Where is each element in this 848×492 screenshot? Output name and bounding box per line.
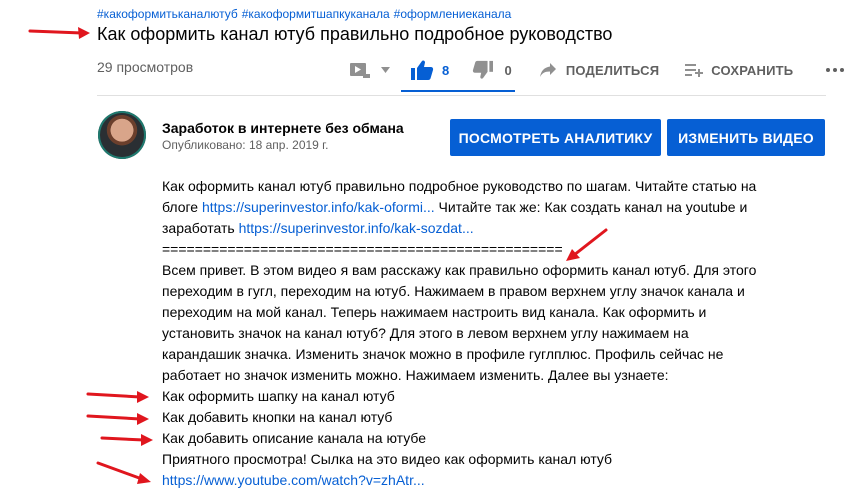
save-button[interactable]: СОХРАНИТЬ	[685, 62, 793, 78]
hashtag-link[interactable]: #какоформитшапкуканала	[242, 7, 390, 21]
save-label: СОХРАНИТЬ	[711, 62, 794, 78]
description-line: Как оформить шапку на канал ютуб	[162, 388, 395, 404]
divider	[97, 95, 826, 96]
video-title: Как оформить канал ютуб правильно подроб…	[97, 24, 613, 44]
description-line: заработать https://superinvestor.info/ka…	[162, 218, 802, 239]
dislike-button[interactable]: 0	[472, 60, 512, 80]
playlist-add-icon	[685, 64, 704, 77]
thumb-up-icon	[411, 60, 434, 80]
publish-date: Опубликовано: 18 апр. 2019 г.	[162, 138, 329, 152]
edit-video-button[interactable]: ИЗМЕНИТЬ ВИДЕО	[667, 119, 825, 156]
description-line: Как добавить кнопки на канал ютуб	[162, 409, 393, 425]
share-icon	[539, 63, 556, 77]
description-link[interactable]: https://superinvestor.info/kak-oformi...	[202, 199, 435, 215]
dislike-count: 0	[504, 62, 512, 78]
description-line: переходим в гугл, переходим на ютуб. Наж…	[162, 283, 745, 299]
more-actions-button[interactable]	[825, 67, 845, 73]
hashtag-link[interactable]: #какоформитьканалютуб	[97, 7, 238, 21]
annotation-arrow	[86, 391, 149, 403]
description-link[interactable]: https://superinvestor.info/kak-sozdat...	[239, 220, 474, 236]
annotation-arrow	[28, 27, 90, 39]
annotation-arrow	[96, 461, 151, 484]
channel-name[interactable]: Заработок в интернете без обмана	[162, 120, 404, 136]
hashtags: #какоформитьканалютуб #какоформитшапкукан…	[97, 7, 515, 21]
description-line: Всем привет. В этом видео я вам расскажу…	[162, 262, 757, 278]
like-count: 8	[442, 62, 450, 78]
description-text: заработать	[162, 220, 239, 236]
description-line: https://www.youtube.com/watch?v=zhAtr...	[162, 470, 802, 491]
share-label: ПОДЕЛИТЬСЯ	[565, 62, 660, 78]
like-button[interactable]: 8	[410, 59, 449, 81]
playlist-play-icon	[350, 63, 370, 78]
description-text: блоге	[162, 199, 202, 215]
description-line: работает но значок изменить можно. Нажим…	[162, 367, 669, 383]
dropdown-button[interactable]	[381, 67, 390, 73]
more-horizontal-icon	[826, 68, 845, 72]
description-line: переходим на мой канал. Теперь нажимаем …	[162, 304, 707, 320]
like-sentiment-bar	[401, 90, 515, 92]
annotation-arrow	[86, 413, 149, 425]
description-line: блоге https://superinvestor.info/kak-ofo…	[162, 197, 802, 218]
description-line: карандашик значка. Изменить значок можно…	[162, 346, 724, 362]
view-analytics-button[interactable]: ПОСМОТРЕТЬ АНАЛИТИКУ	[450, 119, 661, 156]
description-separator: ========================================…	[162, 241, 563, 257]
hashtag-link[interactable]: #оформлениеканала	[394, 7, 512, 21]
thumb-down-icon	[473, 60, 494, 79]
playlist-add-button[interactable]	[349, 61, 371, 79]
action-bar: 8 0 ПОДЕЛИТЬСЯ СОХРАНИТЬ	[349, 56, 845, 84]
caret-down-icon	[381, 67, 390, 73]
description-link[interactable]: https://www.youtube.com/watch?v=zhAtr...	[162, 472, 425, 488]
video-description: Как оформить канал ютуб правильно подроб…	[162, 176, 802, 491]
share-button[interactable]: ПОДЕЛИТЬСЯ	[539, 62, 659, 78]
description-line: Как добавить описание канала на ютубе	[162, 430, 427, 446]
description-line: Как оформить канал ютуб правильно подроб…	[162, 178, 757, 194]
description-line: Приятного просмотра! Сылка на это видео …	[162, 451, 613, 467]
description-text: Читайте так же: Как создать канал на you…	[434, 199, 748, 215]
description-line: установить значок на канал ютуб? Для это…	[162, 325, 689, 341]
annotation-arrow	[100, 434, 153, 446]
view-count: 29 просмотров	[97, 59, 194, 75]
channel-avatar[interactable]	[98, 111, 146, 159]
